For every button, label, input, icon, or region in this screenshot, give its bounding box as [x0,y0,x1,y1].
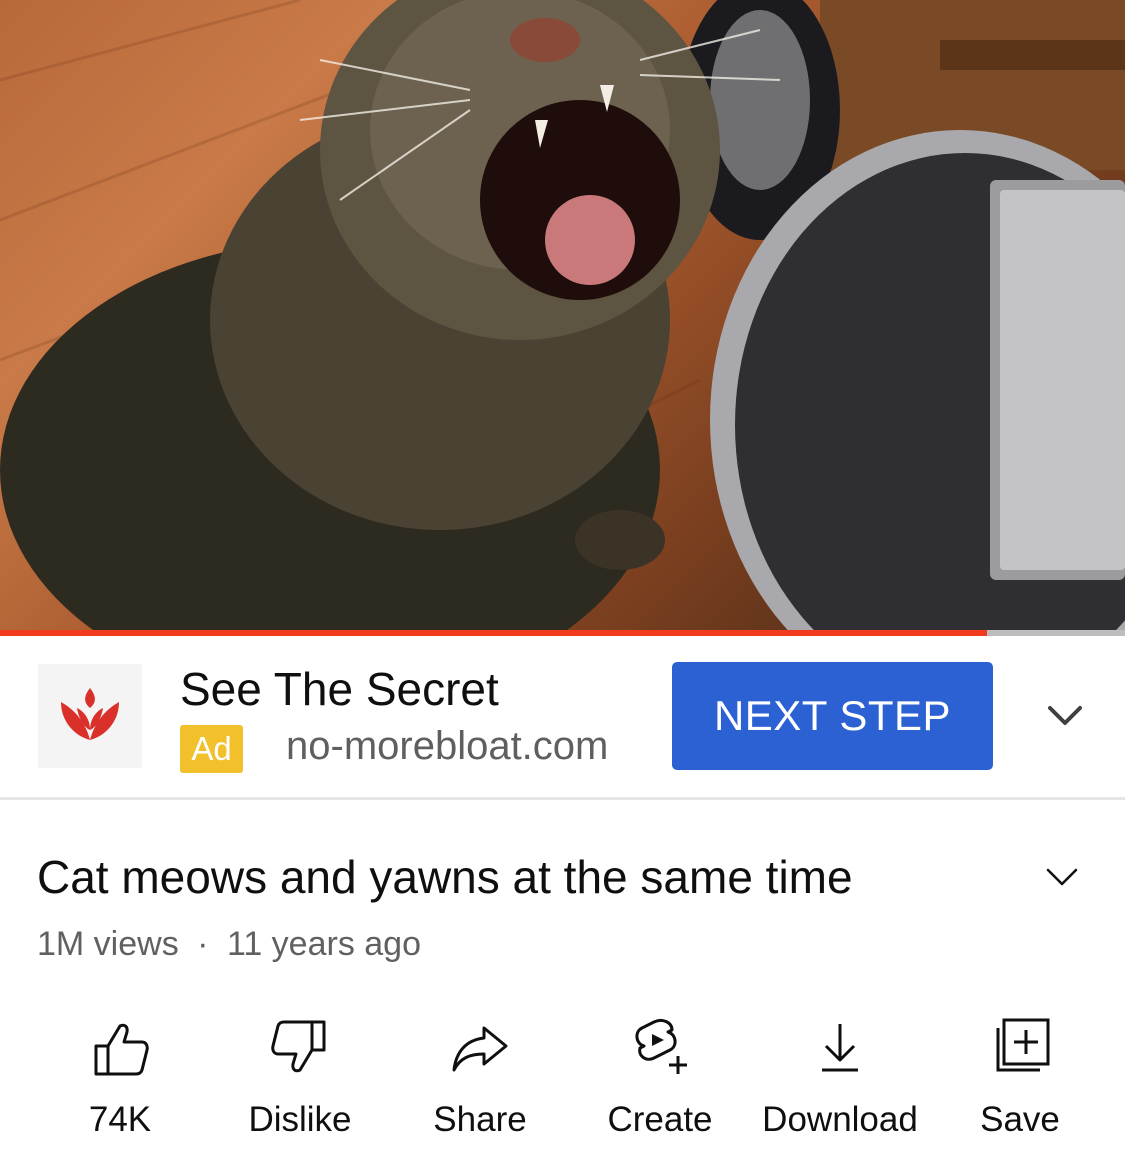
tulip-logo-icon [61,688,119,740]
advertiser-logo[interactable] [38,664,142,768]
ad-domain[interactable]: no-morebloat.com [286,724,608,769]
ad-divider [0,797,1125,800]
video-frame-illustration [0,0,1125,630]
ad-banner[interactable]: See The Secret Ad no-morebloat.com NEXT … [0,636,1125,798]
description-expand-chevron-icon[interactable] [1042,862,1082,890]
action-bar: 74K Dislike Share Create Download Save [0,1010,1125,1150]
dislike-button[interactable]: Dislike [210,1010,390,1150]
create-label: Create [607,1100,713,1139]
video-title[interactable]: Cat meows and yawns at the same time [37,850,853,904]
ad-badge: Ad [180,725,243,773]
create-icon [635,1018,687,1074]
ad-next-step-button[interactable]: NEXT STEP [672,662,993,770]
video-player[interactable] [0,0,1125,630]
download-button[interactable]: Download [750,1010,930,1150]
like-count: 74K [88,1100,152,1139]
share-label: Share [433,1100,527,1139]
save-label: Save [980,1100,1060,1139]
save-button[interactable]: Save [930,1010,1110,1150]
like-button[interactable]: 74K [30,1010,210,1150]
video-meta[interactable]: 1M views · 11 years ago [37,925,421,964]
view-count: 1M views [37,925,179,963]
ad-title[interactable]: See The Secret [180,662,499,716]
share-button[interactable]: Share [390,1010,570,1150]
chevron-down-icon[interactable] [1040,696,1090,736]
share-icon [452,1026,508,1072]
dislike-label: Dislike [248,1100,352,1139]
download-icon [822,1024,858,1072]
thumbs-down-icon [271,1020,326,1073]
create-button[interactable]: Create [570,1010,750,1150]
meta-separator: · [197,925,209,963]
upload-age: 11 years ago [226,925,421,963]
thumbs-up-icon [94,1023,149,1076]
download-label: Download [762,1100,918,1139]
save-playlist-icon [996,1018,1050,1072]
